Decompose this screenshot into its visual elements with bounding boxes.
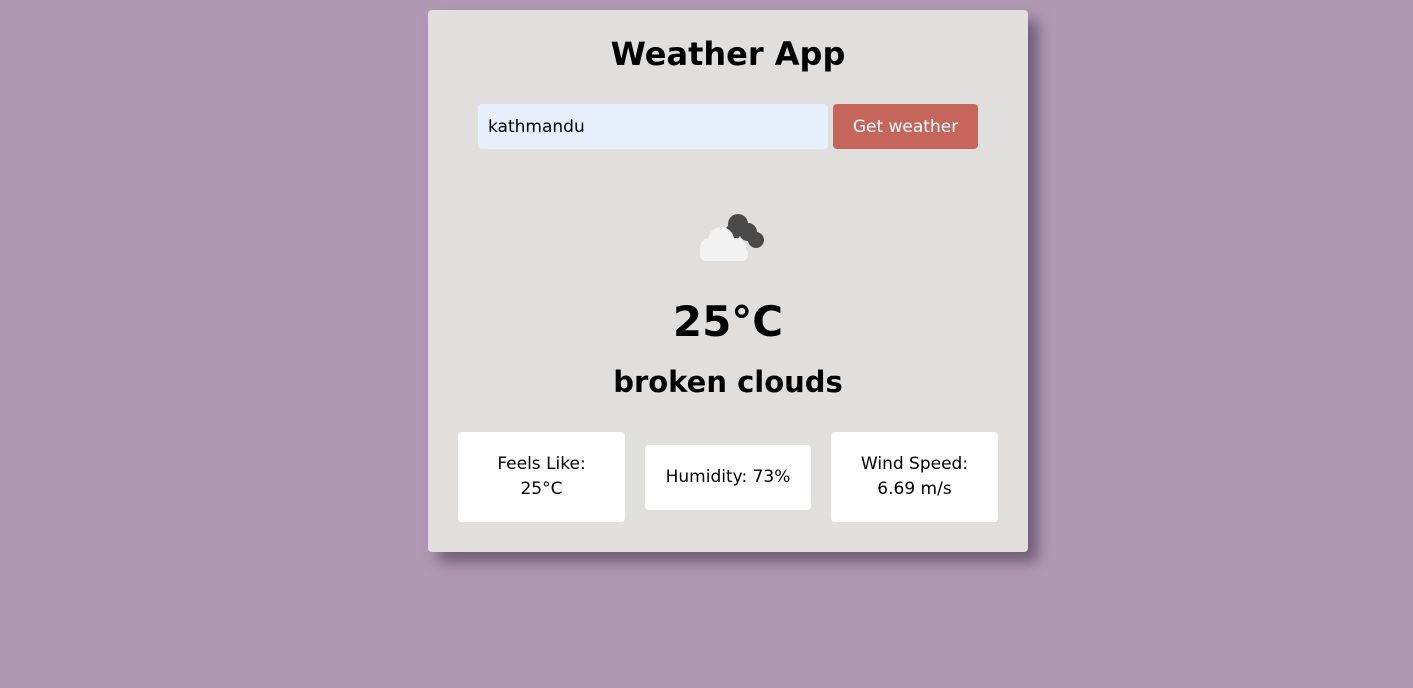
humidity-box: Humidity: 73% <box>645 445 811 510</box>
wind-speed-value: 6.69 m/s <box>877 479 952 499</box>
feels-like-value: 25°C <box>520 479 563 499</box>
humidity-text: Humidity: 73% <box>665 467 791 487</box>
weather-description: broken clouds <box>613 365 843 399</box>
temperature-value: 25°C <box>672 297 784 346</box>
city-search-input[interactable] <box>478 104 828 149</box>
weather-card: Weather App Get weather 25°C broken clou… <box>428 10 1028 552</box>
app-title: Weather App <box>610 35 846 73</box>
wind-speed-label: Wind Speed: <box>860 454 969 474</box>
wind-speed-box: Wind Speed: 6.69 m/s <box>831 432 998 522</box>
get-weather-button[interactable]: Get weather <box>833 104 978 149</box>
feels-like-box: Feels Like: 25°C <box>458 432 625 522</box>
broken-clouds-icon <box>700 214 764 261</box>
feels-like-label: Feels Like: <box>497 454 586 474</box>
